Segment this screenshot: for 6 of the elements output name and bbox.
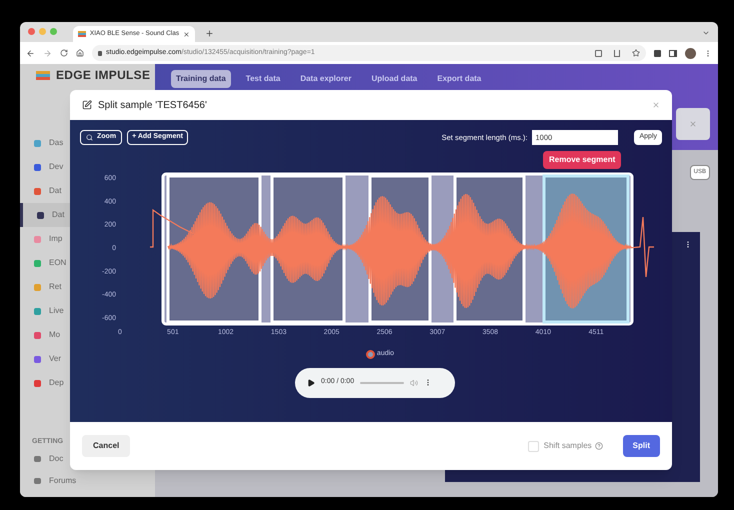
shift-samples-label: Shift samples <box>544 440 592 452</box>
tooltip: Remove segment <box>543 151 622 169</box>
logo-text: EDGE IMPULSE <box>56 67 150 84</box>
link-label: Forums <box>49 474 76 486</box>
modal-title: Split sample 'TEST6456' <box>98 98 207 112</box>
link-label: Doc <box>49 452 64 464</box>
